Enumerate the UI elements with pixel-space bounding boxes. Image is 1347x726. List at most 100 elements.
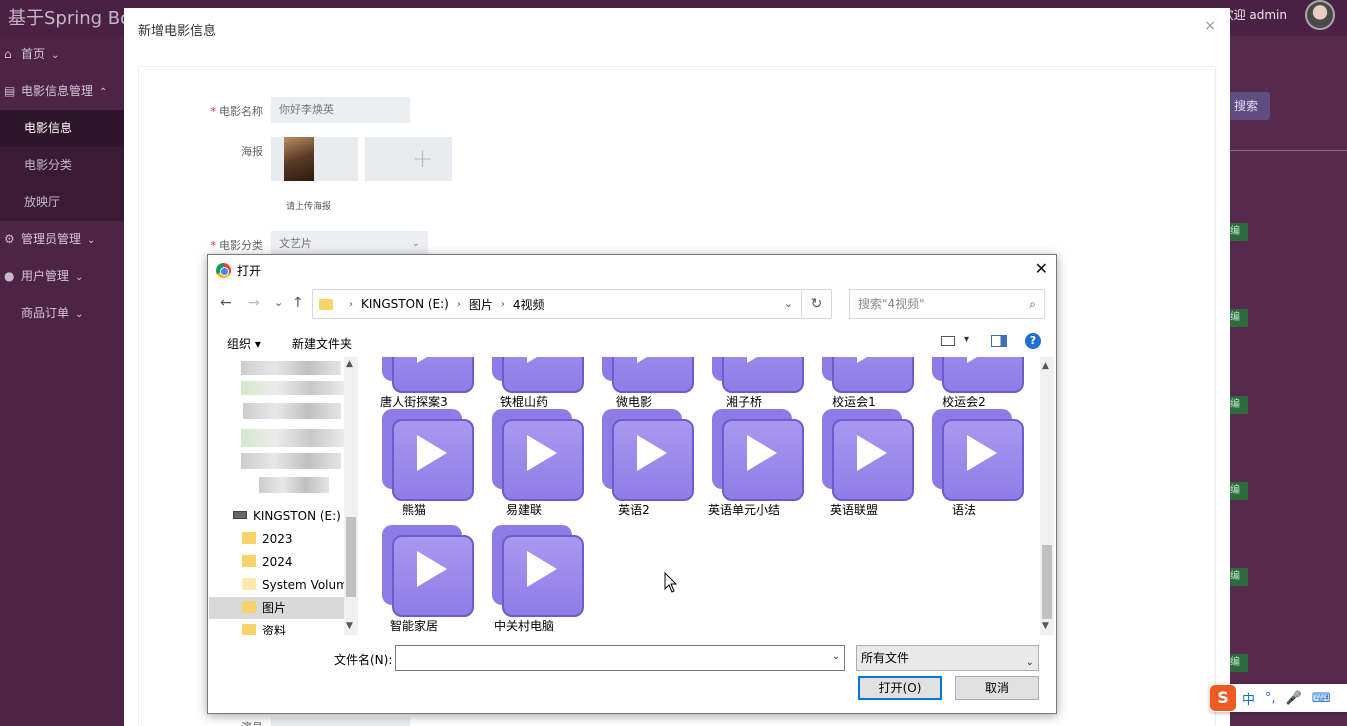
folder-icon — [242, 578, 256, 590]
scroll-down-icon[interactable]: ▼ — [1042, 621, 1049, 631]
refresh-button[interactable]: ↻ — [802, 289, 832, 319]
blurred-item — [241, 453, 341, 469]
sidebar-item[interactable]: ▤ 电影信息管理 ⌃ — [0, 73, 124, 110]
modal-title: 新增电影信息 — [138, 24, 217, 39]
chevron-icon: ⌄ — [51, 50, 60, 61]
new-folder-button[interactable]: 新建文件夹 — [292, 335, 352, 352]
breadcrumb-pictures[interactable]: 图片 — [469, 296, 493, 313]
ime-language[interactable]: 中 — [1242, 689, 1255, 708]
file-name: 唐人街探案3 — [380, 395, 448, 409]
folder-icon — [242, 555, 256, 567]
scrollbar-thumb[interactable] — [1042, 545, 1052, 619]
video-file-icon — [492, 357, 584, 393]
tree-item-materials[interactable]: 资料 — [209, 620, 344, 635]
blurred-item — [259, 477, 329, 493]
help-icon[interactable]: ? — [1025, 333, 1041, 349]
video-file-icon — [712, 357, 804, 393]
video-file[interactable]: 熊猫 — [359, 409, 474, 525]
chevron-icon: ⌄ — [75, 272, 84, 283]
sidebar-item-label: 管理员管理 — [21, 232, 82, 246]
sidebar-item[interactable]: 电影分类 — [0, 147, 124, 184]
file-name: 熊猫 — [401, 503, 426, 517]
breadcrumb-drive[interactable]: KINGSTON (E:) — [361, 297, 449, 311]
filename-label: 文件名(N): — [334, 653, 393, 667]
filename-input[interactable]: ⌄ — [395, 645, 845, 671]
file-name: 英语单元小结 — [707, 503, 780, 517]
video-file[interactable]: 智能家居 — [359, 525, 474, 635]
preview-pane-icon[interactable] — [991, 335, 1007, 347]
video-file[interactable]: 易建联 — [469, 409, 584, 525]
video-file-icon — [932, 357, 1024, 393]
content-area-bg — [1230, 36, 1347, 726]
search-icon: ⌕ — [1029, 297, 1036, 311]
sogou-logo-icon[interactable]: S — [1210, 685, 1236, 711]
tree-item-system-volume[interactable]: System Volume — [209, 574, 355, 596]
sidebar-item[interactable]: ● 用户管理 ⌄ — [0, 258, 124, 295]
close-icon[interactable]: ✕ — [1035, 259, 1048, 278]
sidebar-item-label: 电影分类 — [24, 158, 73, 172]
keyboard-icon[interactable]: ⌨ — [1312, 691, 1331, 706]
tree-item-drive[interactable]: KINGSTON (E:) — [209, 505, 344, 527]
upload-hint: 请上传海报 — [286, 202, 332, 212]
chrome-icon — [216, 262, 231, 278]
organize-menu[interactable]: 组织 ▾ — [227, 335, 261, 352]
file-name: 校运会1 — [832, 395, 876, 409]
sidebar-item[interactable]: 放映厅 — [0, 184, 124, 221]
tree-item-2024[interactable]: 2024 — [209, 551, 344, 573]
video-file[interactable]: 语法 — [909, 409, 1024, 525]
back-button[interactable]: ← — [220, 295, 232, 311]
folder-icon — [242, 624, 256, 635]
file-name: 铁棍山药 — [499, 395, 548, 409]
scroll-up-icon[interactable]: ▲ — [1042, 361, 1049, 371]
chevron-down-icon[interactable]: ⌄ — [784, 297, 793, 310]
view-options-icon[interactable] — [941, 336, 955, 346]
command-bar: 组织 ▾ 新建文件夹 ▾ ? — [209, 327, 1055, 357]
avatar[interactable] — [1305, 0, 1335, 30]
sidebar-item[interactable]: ⚙ 管理员管理 ⌄ — [0, 221, 124, 258]
divider — [1230, 150, 1347, 151]
video-file[interactable]: 英语2 — [579, 409, 694, 525]
video-file-icon — [602, 409, 694, 501]
video-file-icon — [602, 357, 694, 393]
sidebar-nav: ⌂ 首页 ⌄ ▤ 电影信息管理 ⌃ 电影信息电影分类放映厅 ⚙ 管理员管理 ⌄ ● 用户管理 ⌄ 商品订单… — [0, 36, 124, 332]
address-bar[interactable]: › KINGSTON (E:) › 图片 › 4视频 ⌄ — [312, 289, 802, 319]
search-input[interactable]: 搜索"4视频" ⌕ — [849, 289, 1045, 319]
cancel-button[interactable]: 取消 — [955, 676, 1039, 700]
close-icon[interactable]: × — [1204, 18, 1216, 34]
sidebar-item[interactable]: ⌂ 首页 ⌄ — [0, 36, 124, 73]
category-label: * 电影分类 — [210, 239, 264, 252]
video-file[interactable]: 中关村电脑 — [469, 525, 584, 635]
folder-icon — [242, 601, 256, 613]
file-name: 英语联盟 — [829, 503, 878, 517]
tree-item-2023[interactable]: 2023 — [209, 528, 344, 550]
scroll-down-icon[interactable]: ▼ — [346, 621, 353, 631]
video-file-icon — [382, 525, 474, 617]
recent-locations-button[interactable]: ⌄ — [274, 296, 283, 309]
sidebar-item[interactable]: 电影信息 — [0, 110, 124, 147]
movie-name-input[interactable]: 你好李焕英 — [271, 97, 410, 123]
file-name: 英语2 — [618, 503, 650, 517]
file-list-scrollbar[interactable]: ▲ ▼ — [1040, 357, 1054, 635]
video-file[interactable]: 英语联盟 — [799, 409, 914, 525]
chevron-down-icon[interactable]: ⌄ — [832, 651, 840, 662]
chevron-down-icon[interactable]: ▾ — [964, 334, 969, 345]
scroll-up-icon[interactable]: ▲ — [346, 359, 353, 369]
scrollbar-thumb[interactable] — [346, 517, 356, 597]
video-file[interactable]: 英语单元小结 — [689, 409, 804, 525]
chevron-down-icon[interactable]: ⌄ — [1026, 651, 1034, 675]
file-type-select[interactable]: 所有文件 ⌄ — [856, 645, 1039, 671]
sidebar-item[interactable]: 商品订单 ⌄ — [0, 295, 124, 332]
up-button[interactable]: ↑ — [292, 295, 304, 311]
sidebar-item-label: 放映厅 — [24, 195, 61, 209]
tree-item-pictures[interactable]: 图片 — [209, 597, 344, 619]
actor-label: 演员 — [193, 719, 263, 726]
tree-scrollbar[interactable]: ▲ ▼ — [344, 357, 358, 635]
welcome-text: 欢迎 admin — [1221, 8, 1287, 22]
breadcrumb-videos[interactable]: 4视频 — [513, 296, 545, 313]
dialog-title: 打开 — [216, 261, 261, 279]
open-button[interactable]: 打开(O) — [858, 676, 942, 700]
actor-input[interactable] — [271, 717, 410, 726]
microphone-icon[interactable]: 🎤 — [1286, 691, 1302, 706]
forward-button[interactable]: → — [248, 295, 260, 311]
ime-punctuation[interactable]: °, — [1265, 691, 1276, 706]
